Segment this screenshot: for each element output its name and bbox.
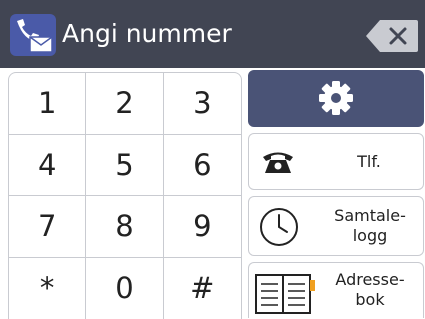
address-book-label-line2: bok (317, 290, 423, 310)
telephone-icon (261, 147, 295, 177)
address-book-icon (254, 271, 316, 315)
address-book-label-line1: Adresse- (317, 270, 423, 290)
key-1[interactable]: 1 (9, 73, 86, 135)
clock-icon (259, 207, 299, 247)
key-6[interactable]: 6 (164, 135, 241, 197)
phone-fax-icon (10, 14, 56, 56)
settings-button[interactable] (248, 70, 424, 127)
key-2[interactable]: 2 (86, 73, 163, 135)
key-7[interactable]: 7 (9, 196, 86, 258)
call-log-label-line1: Samtale- (317, 206, 423, 226)
key-4[interactable]: 4 (9, 135, 86, 197)
call-log-label: Samtale- logg (317, 206, 423, 246)
phone-button[interactable]: Tlf. (248, 133, 424, 190)
dial-keypad: 1 2 3 4 5 6 7 8 9 * 0 # (8, 72, 242, 319)
key-9[interactable]: 9 (164, 196, 241, 258)
gear-icon (318, 80, 354, 116)
key-hash[interactable]: # (164, 258, 241, 319)
key-3[interactable]: 3 (164, 73, 241, 135)
page-title: Angi nummer (62, 0, 232, 68)
call-log-button[interactable]: Samtale- logg (248, 196, 424, 256)
address-book-button[interactable]: Adresse- bok (248, 262, 424, 318)
key-star[interactable]: * (9, 258, 86, 319)
address-book-label: Adresse- bok (317, 270, 423, 310)
key-5[interactable]: 5 (86, 135, 163, 197)
header-bar: Angi nummer (0, 0, 425, 68)
key-8[interactable]: 8 (86, 196, 163, 258)
key-0[interactable]: 0 (86, 258, 163, 319)
call-log-label-line2: logg (317, 226, 423, 246)
phone-button-label: Tlf. (329, 134, 409, 189)
backspace-icon[interactable] (366, 20, 418, 52)
